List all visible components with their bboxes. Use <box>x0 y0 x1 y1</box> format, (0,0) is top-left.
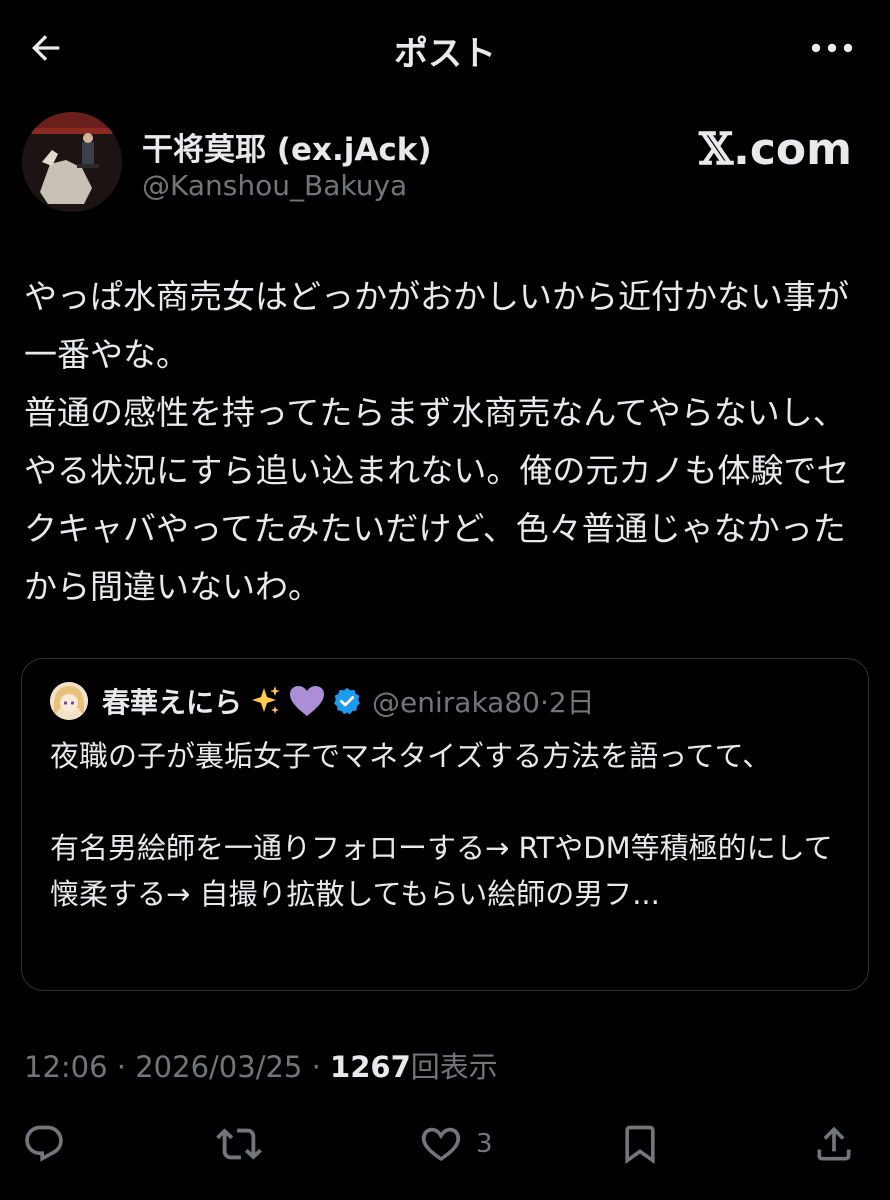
quoted-author-name: 春華えにら <box>102 686 243 719</box>
action-bar: 3 <box>0 1110 890 1180</box>
post-text: やっぱ水商売女はどっかがおかしいから近付かない事が一番やな。 普通の感性を持って… <box>24 277 850 606</box>
more-options-button[interactable] <box>808 32 856 64</box>
meta-separator: · <box>116 1050 127 1084</box>
quoted-author-handle: @eniraka80 <box>372 686 540 719</box>
quoted-post-text: 夜職の子が裏垢女子でマネタイズする方法を語ってて、 有名男絵師を一通りフォローす… <box>50 739 833 911</box>
author-avatar[interactable] <box>22 112 122 212</box>
sparkles-icon <box>248 684 282 718</box>
reply-button[interactable] <box>22 1120 66 1168</box>
views-label: 回表示 <box>410 1050 498 1084</box>
like-button[interactable]: 3 <box>418 1120 493 1168</box>
x-logo-icon: 𝕏 <box>698 124 734 175</box>
post-author: 干将莫耶 (ex.jAck) @Kanshou_Bakuya 𝕏.com <box>22 112 868 216</box>
watermark-suffix: .com <box>733 124 852 175</box>
bookmark-button[interactable] <box>618 1120 662 1168</box>
post-meta: 12:06 · 2026/03/25 · 1267回表示 <box>24 1044 498 1086</box>
quoted-author-handle-time: @eniraka80·2日 <box>372 681 595 721</box>
like-count: 3 <box>476 1129 493 1159</box>
post-time: 12:06 <box>24 1050 108 1084</box>
xcom-watermark: 𝕏.com <box>699 124 852 175</box>
bookmark-icon <box>625 1125 655 1165</box>
views-count: 1267 <box>330 1050 411 1084</box>
quoted-author-avatar <box>50 682 88 720</box>
page-title: ポスト <box>394 34 496 74</box>
retweet-icon <box>216 1128 262 1160</box>
post-detail-page: ポスト 干将莫耶 (ex.jAck) @Kanshou_Bakuya 𝕏.com… <box>0 0 890 1200</box>
quoted-post-time: 2日 <box>548 686 595 719</box>
purple-heart-icon <box>288 684 326 718</box>
author-display-name[interactable]: 干将莫耶 (ex.jAck) <box>142 124 432 169</box>
reply-icon <box>25 1125 63 1162</box>
more-dots-icon <box>811 43 853 53</box>
quoted-separator: · <box>539 686 549 719</box>
quoted-avatar-image-icon <box>50 682 88 720</box>
meta-separator: · <box>311 1050 321 1084</box>
post-date: 2026/03/25 <box>135 1050 303 1084</box>
retweet-button[interactable] <box>216 1120 262 1168</box>
share-button[interactable] <box>812 1120 856 1168</box>
quoted-post-card[interactable]: 春華えにら @eniraka80·2日 夜職の子が裏垢女子でマネタイズする方法を… <box>21 658 869 991</box>
avatar-photo-icon <box>22 112 122 212</box>
heart-icon <box>421 1127 461 1162</box>
author-handle[interactable]: @Kanshou_Bakuya <box>142 169 407 202</box>
verified-badge-icon <box>332 686 362 716</box>
share-icon <box>817 1126 851 1161</box>
top-bar: ポスト <box>0 0 890 96</box>
quoted-post-header: 春華えにら @eniraka80·2日 <box>50 681 595 721</box>
